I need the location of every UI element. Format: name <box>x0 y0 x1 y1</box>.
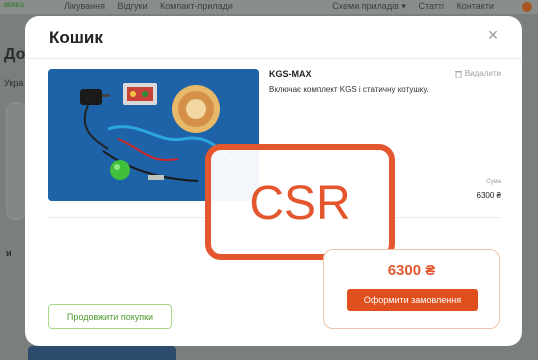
nav-link[interactable]: Лікування <box>64 1 105 11</box>
background-label: и <box>6 248 12 258</box>
background-image <box>28 346 176 360</box>
nav-link[interactable]: Відгуки <box>117 1 147 11</box>
watermark-text: CSR <box>249 177 350 230</box>
site-logo[interactable]: ᴮᴱᴿᴱᴳ <box>4 1 24 11</box>
sum-label: Сума <box>486 179 501 185</box>
cart-icon[interactable] <box>522 2 532 12</box>
nav-link[interactable]: Контакти <box>457 1 494 11</box>
nav-links: Лікування Відгуки Компакт-прилади <box>64 1 243 11</box>
remove-label: Видалити <box>464 69 501 78</box>
nav-link[interactable]: Схеми приладів ▾ <box>332 1 406 11</box>
trash-icon <box>454 70 462 78</box>
nav-link[interactable]: Статті <box>418 1 444 11</box>
divider <box>25 58 522 59</box>
checkout-button[interactable]: Оформити замовлення <box>347 289 478 311</box>
nav-links-right: Схеми приладів ▾ Статті Контакти <box>322 1 494 12</box>
product-description: Включає комплект KGS і статичну котушку. <box>269 85 429 94</box>
close-icon[interactable]: × <box>484 26 502 44</box>
sum-value: 6300 ₴ <box>476 191 501 200</box>
watermark-logo: CSR <box>205 144 395 260</box>
page-heading: До <box>4 46 26 63</box>
modal-title: Кошик <box>49 28 103 47</box>
continue-shopping-button[interactable]: Продовжити покупки <box>48 304 172 329</box>
total-price: 6300 ₴ <box>387 262 436 279</box>
top-navigation: ᴮᴱᴿᴱᴳ Лікування Відгуки Компакт-прилади … <box>0 0 538 14</box>
remove-button[interactable]: Видалити <box>454 69 501 78</box>
product-name[interactable]: KGS-MAX <box>269 69 312 79</box>
nav-link[interactable]: Компакт-прилади <box>160 1 233 11</box>
total-summary: 6300 ₴ Оформити замовлення <box>323 249 500 329</box>
background-card <box>6 102 26 220</box>
page-subtitle: Укра <box>4 78 24 88</box>
cart-modal: Кошик × KGS-MAX Включає комплект KGS і с… <box>25 16 522 346</box>
